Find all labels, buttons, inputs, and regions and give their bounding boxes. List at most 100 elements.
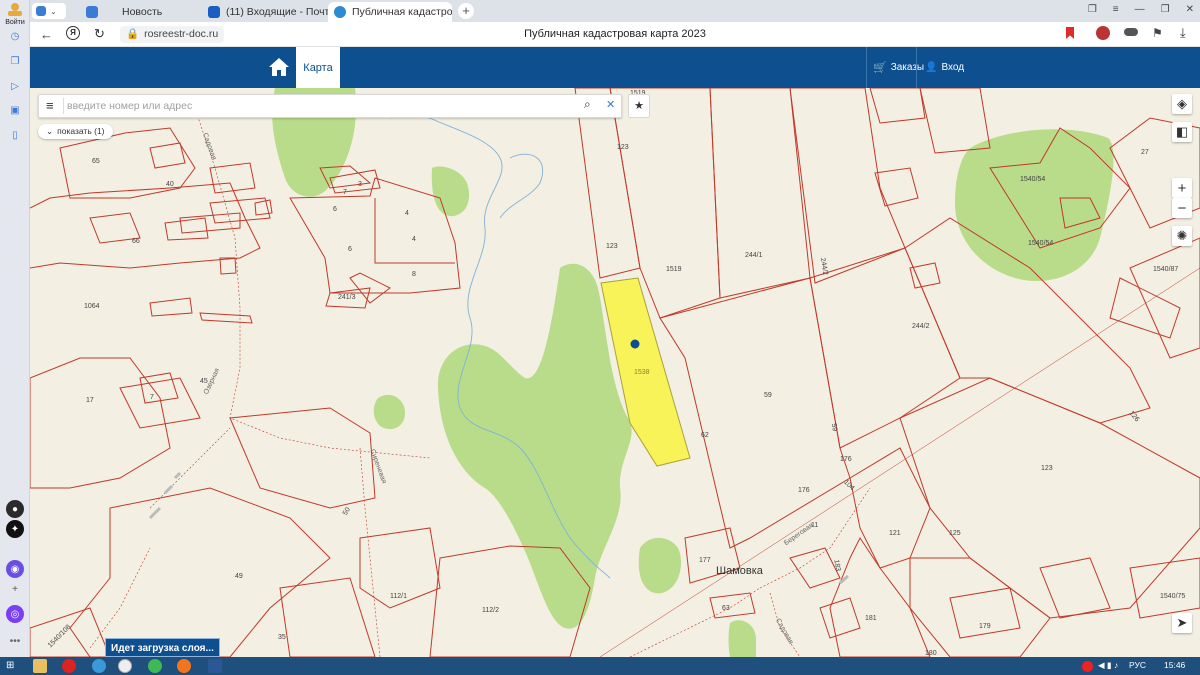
tab-manager-icon[interactable]: ❐ (1088, 4, 1097, 15)
language-indicator[interactable]: РУС (1129, 660, 1146, 670)
search-box: ≡ ⌕ ✕ (38, 94, 622, 118)
chevron-down-icon: ⌄ (46, 126, 54, 136)
parcel (119, 377, 201, 429)
parcel (89, 212, 141, 244)
page-title: Публичная кадастровая карта 2023 (524, 28, 706, 40)
start-icon[interactable]: ⊞ (6, 659, 20, 673)
cart-icon: 🛒 (873, 62, 887, 74)
download-icon[interactable]: ⤓ (1180, 25, 1186, 41)
alice-toggle-icon[interactable]: ● (6, 500, 24, 518)
tab-label: Публичная кадастровая (352, 6, 452, 18)
parcel (909, 262, 941, 289)
map-tab-label: Карта (303, 61, 333, 74)
parcel (869, 88, 926, 124)
forest-area (728, 620, 756, 657)
parcel (1129, 237, 1200, 359)
tab-blank[interactable] (80, 2, 106, 22)
layers-button[interactable]: ◈ (1172, 94, 1192, 114)
parcel (149, 297, 193, 317)
menu-icon[interactable]: ≡ (46, 99, 54, 113)
login-label: Вход (941, 62, 965, 73)
parcel (789, 547, 841, 589)
explorer-icon[interactable] (33, 659, 47, 673)
star-icon: ★ (634, 100, 644, 112)
parcel (164, 217, 209, 241)
app-icon[interactable]: ▣ (6, 101, 24, 119)
parcel (1109, 277, 1181, 339)
browser-sidebar: Войти ◷ ❐ ▷ ▣ ▯ ● ✦ ◉ + ◎ ••• (0, 0, 30, 657)
tab-map[interactable]: Карта (296, 47, 340, 88)
place-name: Шамовка (716, 565, 763, 577)
clear-icon[interactable]: ✕ (606, 98, 615, 111)
river (499, 153, 544, 219)
orders-button[interactable]: 🛒 Заказы (866, 47, 924, 88)
messenger-icon[interactable]: ◉ (6, 560, 24, 578)
sparkle-icon[interactable]: ✦ (6, 520, 24, 538)
basemap-button[interactable]: ◧ (1172, 122, 1192, 142)
map-canvas[interactable] (30, 88, 1200, 657)
history-icon[interactable]: ◷ (6, 27, 24, 45)
login-button[interactable]: 👤 Вход (916, 47, 966, 88)
tab-news[interactable]: Новость (116, 2, 200, 22)
parcel (30, 182, 261, 269)
profile-button[interactable]: Войти (3, 2, 27, 26)
selected-parcel-marker (630, 339, 640, 349)
mail-icon (86, 6, 98, 18)
clock[interactable]: 15:46 (1164, 660, 1185, 670)
add-panel-icon[interactable]: + (6, 580, 24, 598)
tabs-menu-button[interactable]: ⌄ (32, 3, 66, 19)
minimize-icon[interactable]: — (1135, 4, 1145, 15)
tab-strip: ⌄ Новость (11) Входящие - Почта М Публич… (30, 0, 1200, 22)
forest-area (955, 129, 1114, 282)
parcel (30, 607, 111, 657)
road (89, 547, 151, 649)
zoom-in-button[interactable]: + (1172, 178, 1192, 198)
alice-icon[interactable]: ◎ (6, 605, 24, 623)
word-icon[interactable] (208, 659, 222, 673)
ie-icon[interactable] (92, 659, 106, 673)
more-icon[interactable]: ••• (6, 632, 24, 650)
phone-icon[interactable]: ▯ (6, 126, 24, 144)
tab-cadastral-map[interactable]: Публичная кадастровая✕ (328, 2, 452, 22)
menu-icon[interactable]: ≡ (1113, 4, 1119, 15)
loading-spinner-button[interactable]: ✺ (1172, 226, 1192, 246)
parcel (1039, 557, 1111, 619)
chrome-icon[interactable] (148, 659, 162, 673)
ext-shield-icon[interactable] (1124, 28, 1138, 36)
zoom-out-button[interactable]: − (1172, 198, 1192, 218)
forest-area (638, 537, 682, 594)
parcel (139, 372, 179, 404)
tray-record-icon[interactable] (1082, 661, 1093, 672)
extension-icon[interactable] (1096, 26, 1110, 40)
collections-icon[interactable]: ❐ (6, 52, 24, 70)
show-results-pill[interactable]: ⌄ показать (1) (38, 124, 113, 139)
parcel (709, 88, 811, 299)
search-input[interactable] (67, 95, 567, 117)
parcel (849, 447, 931, 569)
restore-icon[interactable]: ❐ (1161, 4, 1170, 15)
close-window-icon[interactable]: ✕ (1186, 4, 1194, 15)
home-icon[interactable] (268, 57, 290, 77)
video-icon[interactable]: ▷ (6, 77, 24, 95)
parcel (659, 277, 851, 549)
opera-icon[interactable] (62, 659, 76, 673)
ext-puzzle-icon[interactable]: ⚑ (1152, 26, 1163, 40)
zoom-out-label: − (1177, 199, 1187, 217)
parcel (829, 537, 931, 657)
mail-icon (208, 6, 220, 18)
search-icon[interactable]: ⌕ (584, 97, 591, 112)
parcel (359, 527, 441, 609)
cadastral-map[interactable]: 65 40 3 7 6 4 4 6 8 66 1064 241/3 123 12… (30, 88, 1200, 657)
favorites-button[interactable]: ★ (628, 94, 650, 118)
parcel (149, 142, 186, 169)
parcel (325, 287, 371, 309)
new-tab-button[interactable]: + (458, 3, 474, 19)
firefox-icon[interactable] (177, 659, 191, 673)
locate-button[interactable]: ➤ (1172, 613, 1192, 633)
road (359, 447, 381, 657)
yandex-browser-icon[interactable] (118, 659, 132, 673)
user-icon: 👤 (925, 62, 938, 73)
tab-label: Новость (122, 6, 163, 18)
tab-mail[interactable]: (11) Входящие - Почта М (202, 2, 330, 22)
spinner-icon: ✺ (1176, 228, 1188, 243)
